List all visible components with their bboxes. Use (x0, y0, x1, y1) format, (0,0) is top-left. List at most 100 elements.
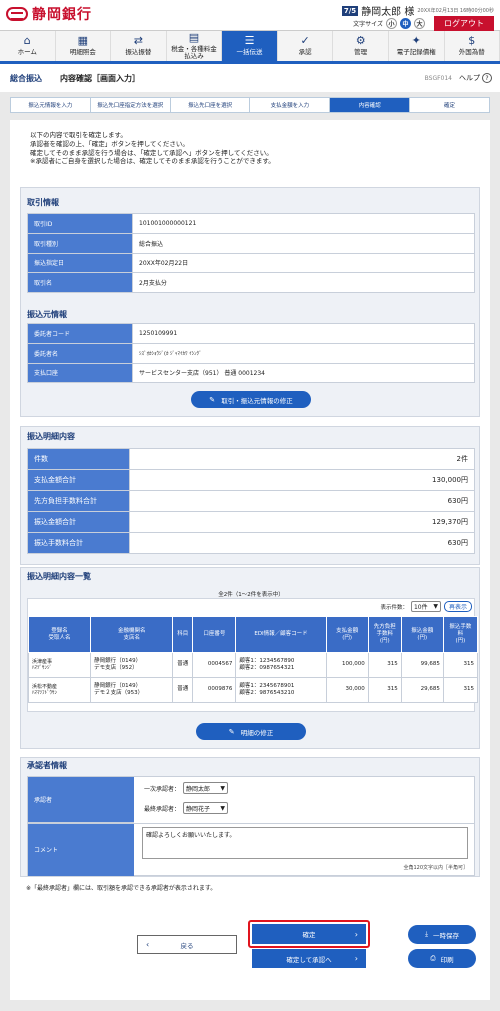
source-table: 委託者コード 1250109991 委託者名 ｼｽﾞｵｶｼｮｳｼﾞ(ｶ ｼﾞｬﾏｲｶ… (27, 323, 475, 384)
back-button[interactable]: ‹ 戻る (137, 935, 237, 954)
cell: 静岡銀行（0149） デモ支店（952） (90, 652, 174, 678)
tx-key: 取引ID (27, 213, 133, 234)
login-timestamp: 20XX年02月13日 16時00分00秒 (417, 8, 494, 14)
download-icon: ⤓ (425, 930, 428, 938)
nav-payments[interactable]: ▤ 税金・各種料金 払込み (167, 31, 223, 61)
redisplay-button[interactable]: 再表示 (443, 601, 472, 612)
detail-key: 振込金額合計 (27, 511, 130, 533)
help-link[interactable]: ヘルプ? (459, 73, 492, 83)
tx-key: 取引種別 (27, 232, 133, 254)
list-toolbar: 表示件数： 10件 ▼ 再表示 (380, 601, 472, 612)
print-button[interactable]: ⎙ 印刷 (408, 949, 476, 968)
col-header: 科目 (172, 616, 194, 653)
cell: 29,685 (400, 677, 444, 703)
save-label: 一時保存 (432, 931, 459, 940)
nav-transfer[interactable]: ⇄ 振込振替 (111, 31, 167, 61)
save-draft-button[interactable]: ⤓ 一時保存 (408, 925, 476, 944)
display-count-label: 表示件数： (380, 604, 408, 611)
user-badge: 7/5 (341, 5, 359, 16)
final-approver-value: 静岡花子 (186, 805, 211, 813)
printer-icon: ⎙ (430, 954, 436, 962)
approver-note: ※「最終承認者」欄には、取引額を承認できる承認者が表示されます。 (26, 885, 217, 892)
statement-icon: ▦ (77, 34, 89, 48)
cell: 99,685 (400, 652, 444, 678)
gear-icon: ⚙ (355, 34, 366, 48)
detail-value: 630円 (129, 490, 475, 512)
nav-e-receivables[interactable]: ✦ 電子記録債権 (389, 31, 445, 61)
pencil-icon: ✎ (228, 727, 235, 736)
nav-label: 承認 (298, 48, 312, 57)
nav-statements[interactable]: ▦ 明細照会 (56, 31, 112, 61)
table-row: 浜津産事 ﾊﾏﾂﾞｻﾝｼﾞ 静岡銀行（0149） デモ支店（952） 普通 00… (27, 652, 479, 678)
cell: 顧客1：2345678901 顧客2：9876543210 (235, 677, 327, 703)
transaction-panel: 取引情報 取引ID 101001000000121 取引種別 総合振込 振込指定日 2… (20, 187, 480, 417)
cell: 普通 (172, 652, 194, 678)
nav-forex[interactable]: $ 外国為替 (445, 31, 500, 61)
step-4: 支払金額を入力 (249, 97, 330, 113)
col-header: 登録名 受取人名 (27, 616, 92, 653)
nav-approval[interactable]: ✓ 承認 (278, 31, 334, 61)
help-icon: ? (482, 73, 492, 83)
cell: 315 (442, 652, 479, 678)
cell: 浜津産事 ﾊﾏﾂﾞｻﾝｼﾞ (27, 652, 92, 678)
edit-details-button[interactable]: ✎ 明細の修正 (196, 723, 306, 740)
src-key: 委託者コード (27, 323, 133, 344)
detail-key: 振込手数料合計 (27, 532, 130, 554)
list-table-box: 表示件数： 10件 ▼ 再表示 登録名 受取人名 金融機関名 支店名 科目 口座番… (27, 598, 479, 712)
final-approver-label: 最終承認者： (144, 805, 181, 813)
help-label: ヘルプ (459, 74, 480, 82)
forex-icon: $ (468, 34, 476, 48)
tx-value: 2月支払分 (132, 272, 475, 294)
col-header: 支払金額 (円) (325, 616, 369, 653)
nav-label: 振込振替 (125, 48, 152, 57)
chevron-left-icon: ‹ (146, 940, 150, 949)
transaction-table: 取引ID 101001000000121 取引種別 総合振込 振込指定日 20XX年0… (27, 213, 475, 294)
edit-details-label: 明細の修正 (240, 728, 274, 737)
confirm-approve-button[interactable]: 確定して承認へ › (252, 949, 366, 968)
edit-source-button[interactable]: ✎ 取引・振込元情報の修正 (191, 391, 311, 408)
src-key: 支払口座 (27, 362, 133, 384)
comment-textarea[interactable]: 確認よろしくお願いいたします。 (142, 827, 468, 859)
tx-key: 取引名 (27, 272, 133, 294)
step-1: 振込元情報を入力 (10, 97, 90, 113)
transfer-icon: ⇄ (133, 34, 144, 48)
bank-logo[interactable]: 静岡銀行 (6, 4, 92, 24)
home-icon: ⌂ (23, 34, 31, 48)
font-size-medium[interactable]: 中 (400, 18, 411, 29)
intro-line: 以下の内容で取引を確定します。 (30, 131, 127, 139)
cell: 315 (367, 652, 402, 678)
first-approver-label: 一次承認者： (144, 785, 181, 793)
approval-icon: ✓ (300, 34, 310, 48)
approver-title: 承認者情報 (27, 761, 67, 770)
logout-button[interactable]: ログアウト (434, 16, 494, 31)
cell: 100,000 (325, 652, 369, 678)
confirm-button[interactable]: 確定 › (252, 924, 366, 944)
nav-bulk-transfer[interactable]: ☰ 一括伝送 (222, 31, 278, 61)
cell: 30,000 (325, 677, 369, 703)
breadcrumb[interactable]: 総合振込 (10, 73, 42, 84)
detail-key: 先方負担手数料合計 (27, 490, 130, 512)
col-header: 先方負担 手数料 (円) (367, 616, 402, 653)
progress-steps: 振込元情報を入力 振込先口座指定方法を選択 振込先口座を選択 支払金額を入力 内… (10, 97, 490, 113)
approver-panel: 承認者情報 承認者 一次承認者： 静岡太郎 ▼ 最終承認者： 静岡花子 ▼ コメント… (20, 757, 480, 877)
font-size-large[interactable]: 大 (414, 18, 425, 29)
first-approver-row: 一次承認者： 静岡太郎 ▼ (144, 782, 229, 794)
nav-label: 電子記録債権 (396, 48, 436, 57)
detail-value: 2件 (129, 448, 475, 470)
tx-value: 101001000000121 (132, 213, 475, 234)
first-approver-select[interactable]: 静岡太郎 ▼ (183, 782, 229, 794)
cell: 0004567 (192, 652, 237, 678)
cell: 静岡銀行（0149） デモ２支店（953） (90, 677, 174, 703)
display-count-select[interactable]: 10件 ▼ (410, 601, 441, 612)
nav-management[interactable]: ⚙ 管理 (333, 31, 389, 61)
details-table: 件数 2件 支払金額合計 130,000円 先方負担手数料合計 630円 振込金額合計… (27, 448, 475, 554)
main-content: 以下の内容で取引を確定します。 承認者を確認の上、「確定」ボタンを押してください… (10, 120, 490, 1000)
comment-label: コメント (28, 823, 134, 876)
bank-name: 静岡銀行 (32, 7, 92, 23)
tx-value: 20XX年02月22日 (132, 252, 475, 274)
confirm-label: 確定 (302, 931, 316, 939)
font-size-small[interactable]: 小 (386, 18, 397, 29)
final-approver-select[interactable]: 静岡花子 ▼ (183, 802, 229, 814)
nav-home[interactable]: ⌂ ホーム (0, 31, 56, 61)
transfer-list-table: 登録名 受取人名 金融機関名 支店名 科目 口座番号 EDI情報／顧客コード 支… (27, 616, 479, 703)
